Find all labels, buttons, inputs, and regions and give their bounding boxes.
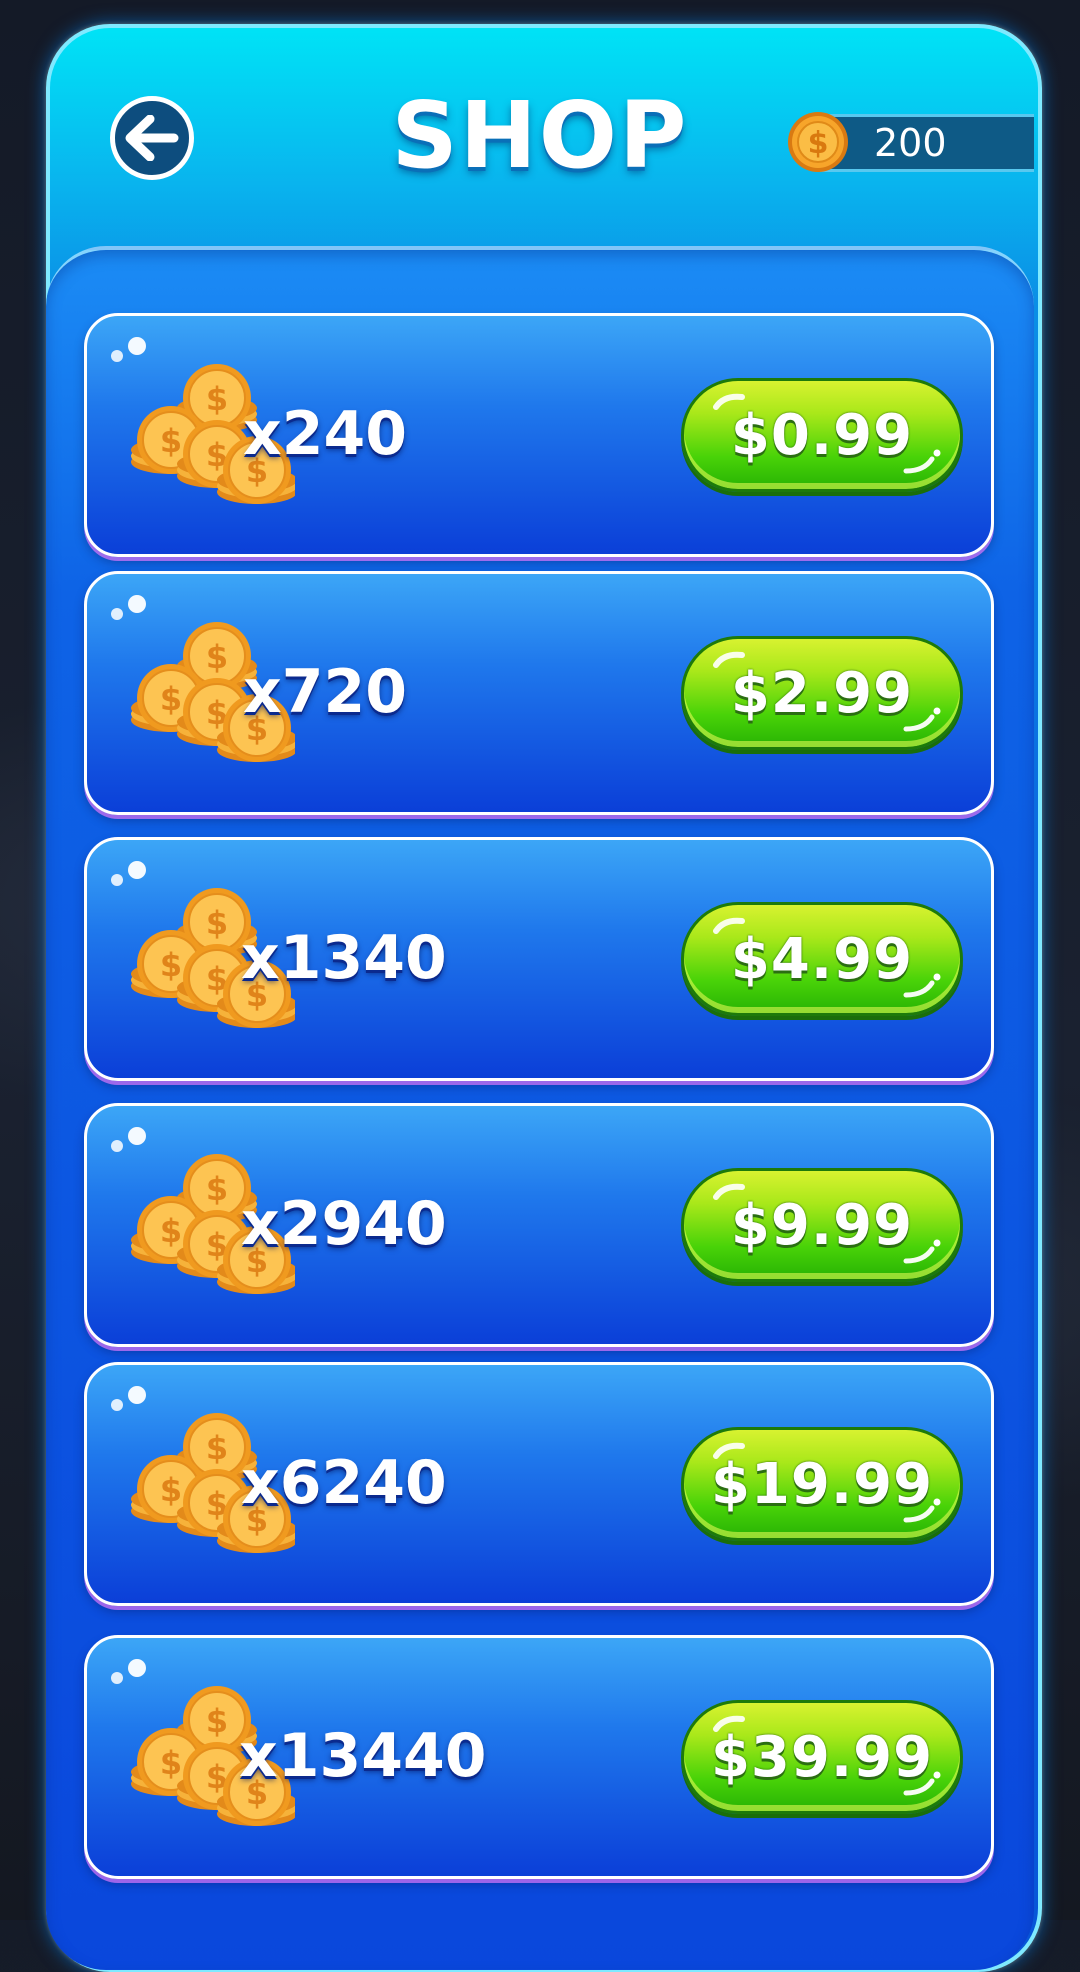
offer-coin-amount: x720 xyxy=(243,657,407,727)
buy-button-price: $39.99 xyxy=(710,1724,934,1790)
offer-coin-amount: x240 xyxy=(243,399,407,469)
offer-card: $ $ $ $ x2940 $9.99 xyxy=(84,1103,994,1347)
svg-text:$: $ xyxy=(160,680,182,718)
svg-text:$: $ xyxy=(206,638,228,676)
offer-card: $ $ $ $ x1340 $4.99 xyxy=(84,837,994,1081)
buy-button[interactable]: $19.99 xyxy=(681,1427,963,1541)
svg-text:$: $ xyxy=(160,1471,182,1509)
svg-text:$: $ xyxy=(160,422,182,460)
gloss-highlight xyxy=(111,595,146,620)
svg-text:$: $ xyxy=(160,1744,182,1782)
svg-text:$: $ xyxy=(206,1702,228,1740)
buy-button[interactable]: $39.99 xyxy=(681,1700,963,1814)
offer-card: $ $ $ $ x720 $2.99 xyxy=(84,571,994,815)
offer-coin-amount: x13440 xyxy=(239,1721,487,1791)
gloss-highlight xyxy=(111,337,146,362)
offer-card: $ $ $ $ x6240 $19.99 xyxy=(84,1362,994,1606)
offer-card: $ $ $ $ x240 $0.99 xyxy=(84,313,994,557)
coin-balance-value: 200 xyxy=(874,121,947,165)
buy-button[interactable]: $2.99 xyxy=(681,636,963,750)
svg-text:$: $ xyxy=(206,904,228,942)
buy-button-price: $2.99 xyxy=(730,660,914,726)
gloss-highlight xyxy=(111,861,146,886)
offer-coin-amount: x2940 xyxy=(241,1189,447,1259)
offer-coin-amount: x6240 xyxy=(241,1448,447,1518)
gloss-highlight xyxy=(111,1659,146,1684)
svg-text:$: $ xyxy=(160,1212,182,1250)
buy-button-price: $4.99 xyxy=(730,926,914,992)
buy-button[interactable]: $4.99 xyxy=(681,902,963,1016)
buy-button[interactable]: $9.99 xyxy=(681,1168,963,1282)
buy-button-price: $9.99 xyxy=(730,1192,914,1258)
offer-coin-amount: x1340 xyxy=(241,923,447,993)
svg-text:$: $ xyxy=(808,126,829,161)
offer-card: $ $ $ $ x13440 $39.99 xyxy=(84,1635,994,1879)
svg-text:$: $ xyxy=(160,946,182,984)
gloss-highlight xyxy=(111,1386,146,1411)
buy-button[interactable]: $0.99 xyxy=(681,378,963,492)
svg-text:$: $ xyxy=(206,380,228,418)
svg-text:$: $ xyxy=(206,1429,228,1467)
buy-button-price: $19.99 xyxy=(710,1451,934,1517)
coin-icon: $ xyxy=(788,112,848,172)
gloss-highlight xyxy=(111,1127,146,1152)
svg-text:$: $ xyxy=(206,1170,228,1208)
buy-button-price: $0.99 xyxy=(730,402,914,468)
